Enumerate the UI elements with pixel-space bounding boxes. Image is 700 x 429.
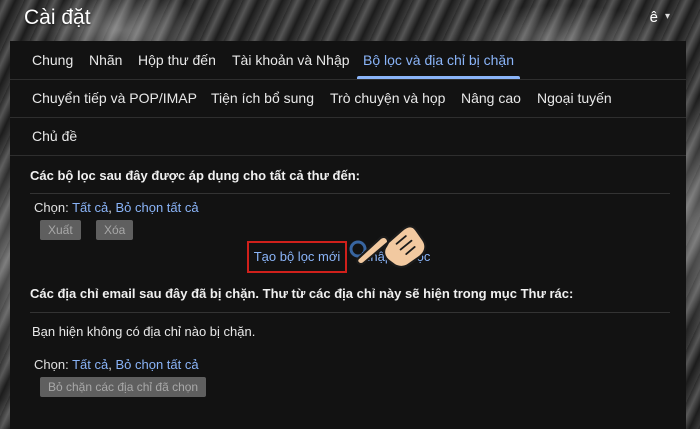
tab-row-3: Chủ đề bbox=[10, 117, 686, 155]
create-new-filter-link[interactable]: Tạo bộ lọc mới bbox=[247, 241, 347, 273]
deselect-all-blocked-link[interactable]: Bỏ chọn tất cả bbox=[115, 357, 198, 372]
tab-themes[interactable]: Chủ đề bbox=[32, 117, 77, 155]
separator: , bbox=[108, 357, 112, 372]
separator: , bbox=[108, 200, 112, 215]
tab-offline[interactable]: Ngoại tuyến bbox=[537, 79, 612, 117]
settings-panel: Chung Nhãn Hộp thư đến Tài khoản và Nhập… bbox=[10, 41, 686, 429]
select-label: Chọn: bbox=[34, 200, 69, 215]
filters-section-title: Các bộ lọc sau đây được áp dụng cho tất … bbox=[30, 168, 361, 183]
pointing-hand-icon bbox=[349, 225, 427, 268]
tab-accounts-import[interactable]: Tài khoản và Nhập bbox=[232, 41, 350, 79]
tab-inbox[interactable]: Hộp thư đến bbox=[138, 41, 216, 79]
tab-advanced[interactable]: Nâng cao bbox=[461, 79, 521, 117]
tab-filters-blocked[interactable]: Bộ lọc và địa chỉ bị chặn bbox=[357, 41, 520, 79]
header-title: Cài đặt bbox=[24, 6, 91, 29]
deselect-all-filters-link[interactable]: Bỏ chọn tất cả bbox=[115, 200, 198, 215]
tab-row-2: Chuyển tiếp và POP/IMAP Tiện ích bổ sung… bbox=[10, 79, 686, 117]
export-button[interactable]: Xuất bbox=[40, 220, 81, 240]
select-all-blocked-link[interactable]: Tất cả bbox=[72, 357, 108, 372]
chevron-down-icon[interactable]: ▾ bbox=[665, 11, 670, 22]
tab-row-1: Chung Nhãn Hộp thư đến Tài khoản và Nhập… bbox=[10, 41, 686, 79]
tab-addons[interactable]: Tiện ích bổ sung bbox=[211, 79, 314, 117]
account-avatar[interactable]: ê bbox=[650, 9, 658, 26]
tab-general[interactable]: Chung bbox=[32, 41, 73, 79]
select-label: Chọn: bbox=[34, 357, 69, 372]
no-blocked-addresses-text: Bạn hiện không có địa chỉ nào bị chặn. bbox=[32, 324, 256, 339]
blocked-section-title: Các địa chỉ email sau đây đã bị chặn. Th… bbox=[30, 286, 574, 301]
tab-forwarding-pop-imap[interactable]: Chuyển tiếp và POP/IMAP bbox=[32, 79, 197, 117]
tab-labels[interactable]: Nhãn bbox=[89, 41, 122, 79]
unblock-selected-button[interactable]: Bỏ chặn các địa chỉ đã chọn bbox=[40, 377, 207, 397]
tab-chat-meet[interactable]: Trò chuyện và họp bbox=[330, 79, 445, 117]
select-all-filters-link[interactable]: Tất cả bbox=[72, 200, 108, 215]
filters-select-row: Chọn: Tất cả, Bỏ chọn tất cả bbox=[34, 200, 199, 215]
delete-button[interactable]: Xóa bbox=[96, 220, 134, 240]
blocked-select-row: Chọn: Tất cả, Bỏ chọn tất cả bbox=[34, 357, 199, 372]
